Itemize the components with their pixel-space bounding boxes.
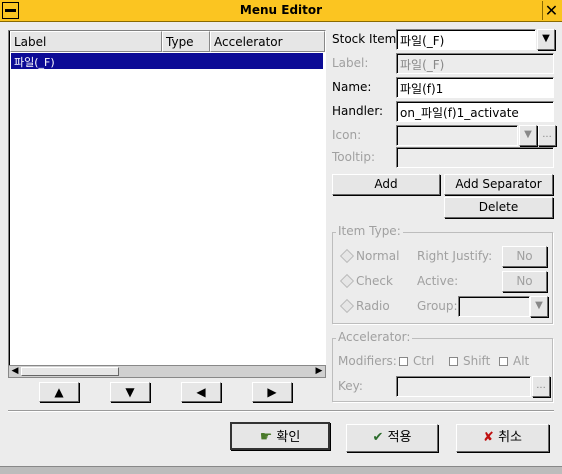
- close-icon[interactable]: ✕: [542, 1, 560, 20]
- ok-button[interactable]: ☛ 확인: [230, 422, 330, 450]
- alt-checkbox[interactable]: [499, 357, 508, 366]
- shift-checkbox[interactable]: [449, 357, 458, 366]
- alt-label: Alt: [513, 354, 530, 368]
- icon-dropdown-icon[interactable]: ▼: [519, 125, 537, 146]
- status-strip: [0, 466, 562, 474]
- scrollbar-thumb[interactable]: [21, 367, 119, 376]
- arrow-right-icon: ▶: [267, 385, 277, 399]
- column-header-label[interactable]: Label: [10, 31, 162, 52]
- ctrl-label: Ctrl: [413, 354, 435, 368]
- label-field[interactable]: 파일(_F): [396, 53, 554, 74]
- key-label: Key:: [338, 379, 363, 393]
- name-field[interactable]: 파일(f)1: [396, 77, 554, 98]
- ok-label: 확인: [276, 430, 301, 445]
- move-up-button[interactable]: ▲: [39, 382, 79, 402]
- apply-button[interactable]: ✔ 적용: [346, 424, 438, 452]
- right-justify-toggle[interactable]: No: [502, 246, 547, 267]
- icon-combo[interactable]: [396, 125, 518, 146]
- column-header-accelerator[interactable]: Accelerator: [210, 31, 325, 52]
- cancel-label: 취소: [498, 430, 522, 445]
- key-field[interactable]: [396, 376, 531, 397]
- checkmark-icon: ✔: [372, 430, 384, 445]
- arrow-left-icon: ◀: [196, 385, 206, 399]
- modifiers-label: Modifiers:: [338, 354, 397, 368]
- tooltip-label: Tooltip:: [332, 150, 376, 164]
- cancel-button[interactable]: ✘ 취소: [456, 424, 549, 452]
- handler-label: Handler:: [332, 104, 384, 118]
- list-item[interactable]: 파일(_F): [11, 53, 323, 69]
- ctrl-checkbox[interactable]: [399, 357, 408, 366]
- move-right-button[interactable]: ▶: [252, 382, 292, 402]
- normal-radio-label[interactable]: Normal: [356, 249, 399, 263]
- move-down-button[interactable]: ▼: [110, 382, 150, 402]
- title-bar[interactable]: Menu Editor ✕: [0, 0, 562, 22]
- right-justify-label: Right Justify:: [417, 249, 493, 263]
- icon-browse-button[interactable]: ...: [538, 125, 556, 146]
- apply-label: 적용: [387, 430, 412, 445]
- stock-item-dropdown-icon[interactable]: ▼: [537, 29, 555, 50]
- icon-label: Icon:: [332, 128, 362, 142]
- scroll-left-icon[interactable]: ◀: [9, 366, 21, 377]
- add-separator-button[interactable]: Add Separator: [444, 174, 553, 195]
- column-header-type[interactable]: Type: [162, 31, 210, 52]
- move-left-button[interactable]: ◀: [181, 382, 221, 402]
- accelerator-title: Accelerator:: [336, 330, 413, 344]
- arrow-down-icon: ▼: [125, 385, 135, 399]
- stock-item-label: Stock Item:: [332, 32, 401, 46]
- group-label: Group:: [417, 299, 458, 313]
- add-button[interactable]: Add: [332, 174, 440, 195]
- cancel-x-icon: ✘: [483, 430, 494, 445]
- shift-label: Shift: [463, 354, 491, 368]
- stock-item-combo[interactable]: 파일(_F): [396, 29, 536, 50]
- ok-icon: ☛: [259, 429, 273, 445]
- delete-button[interactable]: Delete: [444, 197, 553, 218]
- item-type-title: Item Type:: [336, 224, 403, 238]
- group-combo[interactable]: [458, 296, 530, 317]
- footer-separator: [8, 410, 554, 412]
- name-label: Name:: [332, 80, 372, 94]
- menu-items-list[interactable]: Label Type Accelerator 파일(_F): [8, 30, 326, 378]
- key-browse-button[interactable]: ...: [532, 376, 550, 397]
- horizontal-scrollbar[interactable]: ◀ ▶: [8, 365, 326, 378]
- check-radio-label[interactable]: Check: [356, 274, 393, 288]
- active-toggle[interactable]: No: [502, 271, 547, 292]
- window-title: Menu Editor: [239, 3, 323, 17]
- active-label: Active:: [417, 274, 459, 288]
- list-item-label: 파일(_F): [14, 56, 55, 69]
- label-label: Label:: [332, 56, 369, 70]
- radio-radio-label[interactable]: Radio: [356, 299, 390, 313]
- arrow-up-icon: ▲: [54, 385, 64, 399]
- tooltip-field[interactable]: [396, 147, 554, 168]
- group-dropdown-icon[interactable]: ▼: [530, 296, 548, 317]
- handler-field[interactable]: on_파일(f)1_activate: [396, 101, 554, 122]
- scroll-right-icon[interactable]: ▶: [313, 366, 325, 377]
